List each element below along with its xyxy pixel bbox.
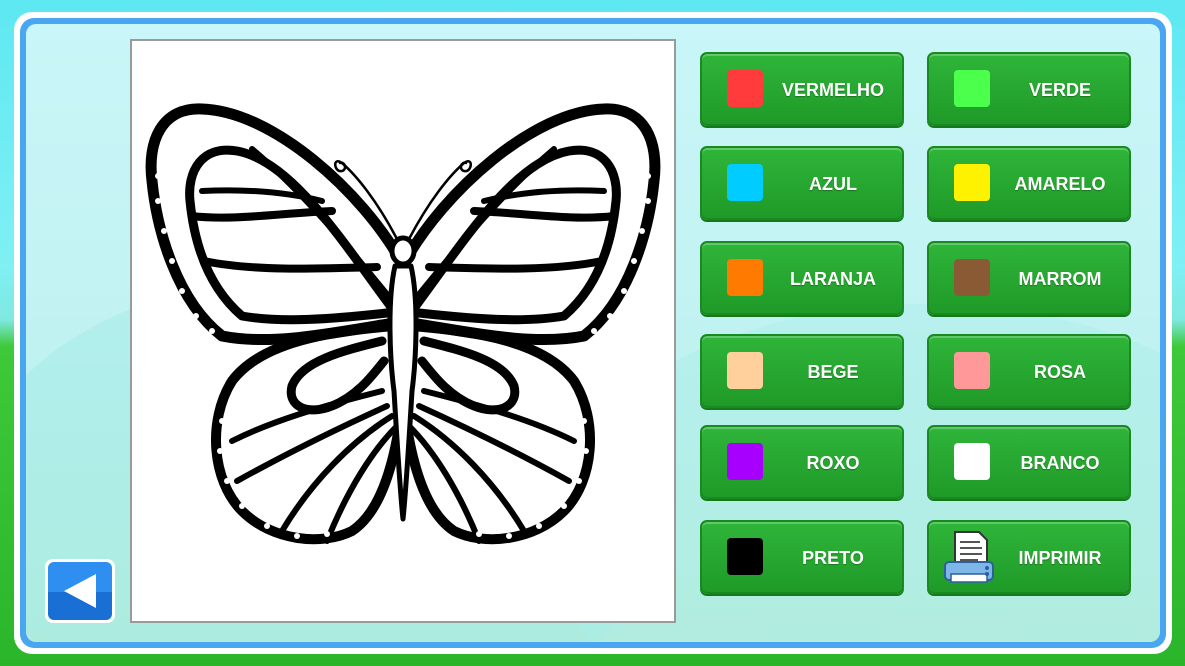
color-rosa-button[interactable]: ROSA [927,334,1131,408]
color-swatch [954,70,990,107]
button-label: MARROM [1018,269,1102,289]
color-amarelo-button[interactable]: AMARELO [927,146,1131,220]
color-preto-button[interactable]: PRETO [700,520,904,594]
color-swatch [727,443,763,480]
button-label: PRETO [802,548,864,568]
butterfly-drawing[interactable] [132,41,674,621]
color-swatch [727,259,763,296]
back-button-face [48,562,112,620]
print-button[interactable]: IMPRIMIR [927,520,1131,594]
back-button[interactable] [45,559,115,623]
color-laranja-button[interactable]: LARANJA [700,241,904,315]
color-swatch [954,443,990,480]
button-label: LARANJA [789,269,876,289]
color-branco-button[interactable]: BRANCO [927,425,1131,499]
printer-icon [944,531,994,583]
color-swatch [727,164,763,201]
button-label: BEGE [807,362,859,382]
back-arrow-icon [64,574,96,608]
color-roxo-button[interactable]: ROXO [700,425,904,499]
button-label: AZUL [809,174,857,194]
button-label: IMPRIMIR [1018,548,1102,568]
color-bege-button[interactable]: BEGE [700,334,904,408]
color-swatch [727,538,763,575]
color-vermelho-button[interactable]: VERMELHO [700,52,904,126]
color-swatch [954,164,990,201]
color-swatch [954,352,990,389]
button-label: ROSA [1033,362,1086,382]
color-verde-button[interactable]: VERDE [927,52,1131,126]
button-label: VERMELHO [781,80,884,100]
button-label: VERDE [1028,80,1091,100]
color-swatch [727,70,763,107]
color-swatch [954,259,990,296]
color-swatch [727,352,763,389]
button-label: ROXO [806,453,860,473]
button-label: AMARELO [1014,174,1106,194]
color-marrom-button[interactable]: MARROM [927,241,1131,315]
color-azul-button[interactable]: AZUL [700,146,904,220]
coloring-canvas[interactable] [130,39,676,623]
button-label: BRANCO [1020,453,1100,473]
